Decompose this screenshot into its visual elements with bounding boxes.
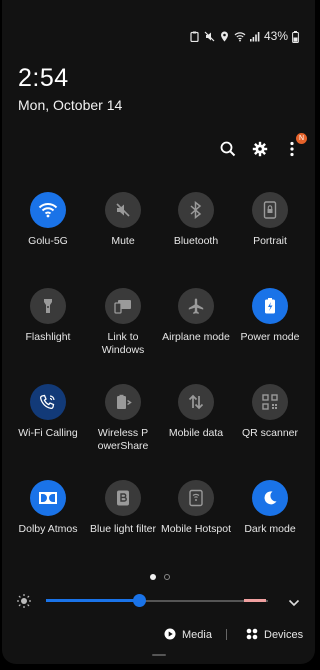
devices-label: Devices xyxy=(264,629,304,641)
tile-label: Dark mode xyxy=(244,523,296,535)
tile-label: Bluetooth xyxy=(173,235,219,247)
bottom-controls: Media Devices xyxy=(2,626,315,644)
tile-power-mode[interactable]: Power mode xyxy=(232,288,308,344)
tile-mobile-hotspot[interactable]: Mobile Hotspot xyxy=(158,480,234,536)
tile-wifi-calling[interactable]: Wi-Fi Calling xyxy=(10,384,86,440)
battery-icon xyxy=(292,30,303,43)
tile-label: Wi-Fi Calling xyxy=(18,427,78,439)
brightness-thumb[interactable] xyxy=(133,594,147,607)
wireless-powershare-icon xyxy=(105,384,141,420)
page-indicator xyxy=(150,574,170,580)
brightness-extra-range xyxy=(244,599,266,602)
tile-label: Mobile data xyxy=(168,427,224,439)
tile-label: Dolby Atmos xyxy=(18,523,78,535)
power-mode-icon xyxy=(252,288,288,324)
tile-wifi[interactable]: Golu-5G xyxy=(10,192,86,248)
tile-label: Blue light filter xyxy=(90,523,156,535)
tile-qr-scanner[interactable]: QR scanner xyxy=(232,384,308,440)
play-icon xyxy=(164,628,176,643)
signal-icon xyxy=(249,31,260,42)
link-to-windows-icon xyxy=(105,288,141,324)
wifi-icon xyxy=(30,192,66,228)
quick-settings-panel: 43% 2:54 Mon, October 14 N Golu-5G Mute … xyxy=(2,0,315,664)
tile-dark-mode[interactable]: Dark mode xyxy=(232,480,308,536)
tile-airplane[interactable]: Airplane mode xyxy=(158,288,234,344)
blue-light-filter-icon xyxy=(105,480,141,516)
airplane-icon xyxy=(178,288,214,324)
mute-icon xyxy=(105,192,141,228)
status-bar: 43% xyxy=(189,28,303,44)
brightness-fill xyxy=(46,599,140,602)
battery-percent: 43% xyxy=(263,29,288,43)
devices-grid-icon xyxy=(246,628,258,643)
page-dot-inactive xyxy=(164,574,170,580)
tile-flashlight[interactable]: Flashlight xyxy=(10,288,86,344)
bluetooth-icon xyxy=(178,192,214,228)
gear-icon[interactable] xyxy=(251,140,269,158)
dolby-icon xyxy=(30,480,66,516)
tile-link-to-windows[interactable]: Link to Windows xyxy=(85,288,161,357)
tile-blue-light-filter[interactable]: Blue light filter xyxy=(85,480,161,536)
clock-time[interactable]: 2:54 xyxy=(18,64,69,93)
panel-drag-handle[interactable] xyxy=(152,654,166,656)
clipboard-icon xyxy=(189,31,200,42)
qr-scanner-icon xyxy=(252,384,288,420)
divider xyxy=(226,629,227,640)
portrait-lock-icon xyxy=(252,192,288,228)
tile-label: Wireless P owerShare xyxy=(97,427,149,452)
page-dot-active xyxy=(150,574,156,580)
tile-label: Mobile Hotspot xyxy=(160,523,232,535)
media-label: Media xyxy=(182,629,212,641)
tile-portrait[interactable]: Portrait xyxy=(232,192,308,248)
more-options-icon[interactable]: N xyxy=(283,133,307,158)
chevron-down-icon[interactable] xyxy=(288,595,300,613)
tile-label: Link to Windows xyxy=(101,331,145,356)
tile-label: QR scanner xyxy=(241,427,299,439)
wifi-status-icon xyxy=(234,31,246,42)
tile-label: Power mode xyxy=(240,331,300,343)
tile-label: Flashlight xyxy=(25,331,71,343)
tile-mute[interactable]: Mute xyxy=(85,192,161,248)
tile-dolby-atmos[interactable]: Dolby Atmos xyxy=(10,480,86,536)
tile-label: Mute xyxy=(111,235,135,247)
hotspot-icon xyxy=(178,480,214,516)
tile-label: Portrait xyxy=(253,235,287,247)
notification-badge: N xyxy=(296,133,307,144)
sun-icon xyxy=(16,593,32,614)
tile-mobile-data[interactable]: Mobile data xyxy=(158,384,234,440)
mute-status-icon xyxy=(204,31,215,42)
flashlight-icon xyxy=(30,288,66,324)
devices-button[interactable]: Devices xyxy=(246,628,303,643)
tile-label: Golu-5G xyxy=(28,235,68,247)
clock-date[interactable]: Mon, October 14 xyxy=(18,97,122,113)
mobile-data-icon xyxy=(178,384,214,420)
brightness-slider[interactable] xyxy=(16,592,306,610)
search-icon[interactable] xyxy=(219,140,237,158)
tile-wireless-powershare[interactable]: Wireless P owerShare xyxy=(85,384,161,453)
media-button[interactable]: Media xyxy=(164,628,212,643)
tile-label: Airplane mode xyxy=(162,331,230,343)
quick-actions: N xyxy=(219,133,307,158)
wifi-calling-icon xyxy=(30,384,66,420)
dark-mode-icon xyxy=(252,480,288,516)
location-icon xyxy=(219,31,230,42)
tile-bluetooth[interactable]: Bluetooth xyxy=(158,192,234,248)
